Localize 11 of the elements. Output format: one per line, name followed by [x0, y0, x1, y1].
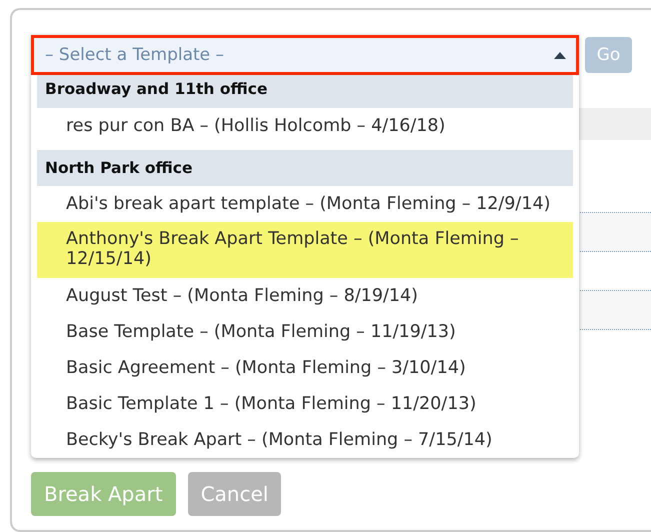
template-option[interactable]: Base Template – (Monta Fleming – 11/19/13): [37, 314, 573, 350]
template-option[interactable]: res pur con BA – (Hollis Holcomb – 4/16/18): [37, 108, 573, 144]
template-option[interactable]: Basic Template 1 – (Monta Fleming – 11/20/13): [37, 386, 573, 422]
template-option[interactable]: August Test – (Monta Fleming – 8/19/14): [37, 278, 573, 314]
template-option[interactable]: Becky's Break Apart – (Monta Fleming – 7/15/14): [37, 422, 573, 458]
template-option[interactable]: Anthony's Break Apart Template – (Monta Fleming – 12/15/14): [37, 222, 573, 278]
group-header: North Park office: [37, 150, 573, 186]
dropdown-placeholder: – Select a Template –: [45, 45, 224, 65]
template-option[interactable]: Basic Agreement – (Monta Fleming – 3/10/14): [37, 350, 573, 386]
group-header: Broadway and 11th office: [37, 75, 573, 108]
template-option[interactable]: Abi's break apart template – (Monta Fleming – 12/9/14): [37, 186, 573, 222]
